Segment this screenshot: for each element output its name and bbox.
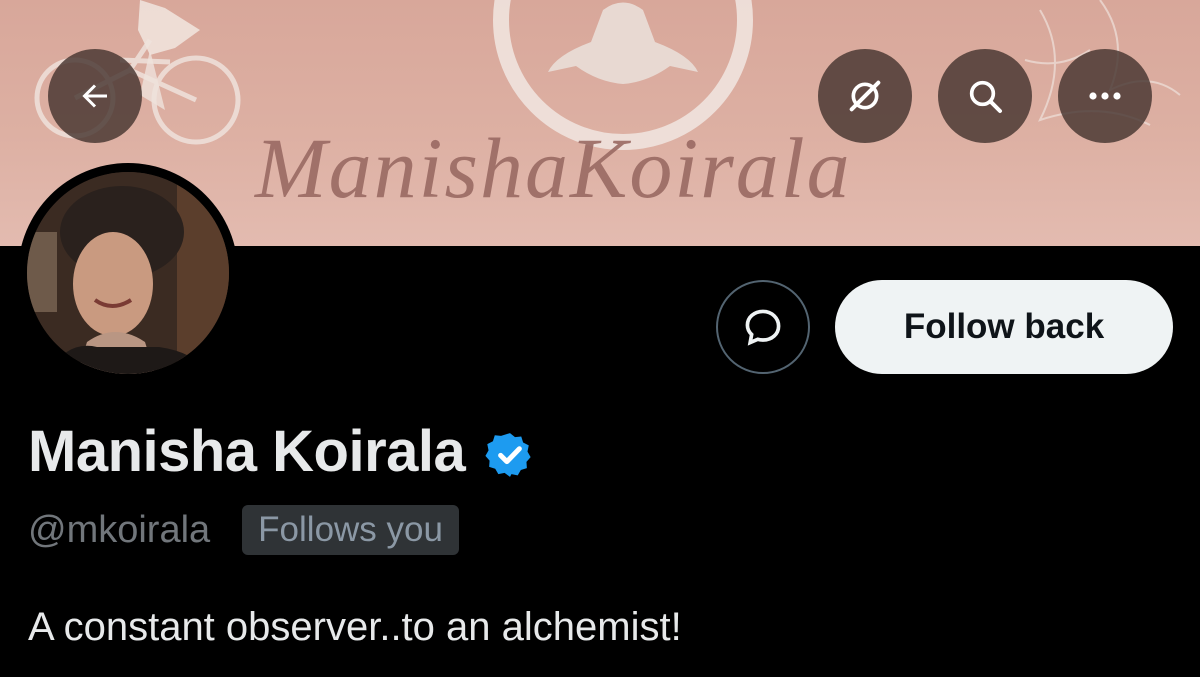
message-button[interactable] <box>716 280 810 374</box>
more-icon <box>1089 92 1121 100</box>
search-icon <box>969 80 1002 113</box>
banner-title: ManishaKoirala <box>255 120 852 216</box>
profile-name-row: Manisha Koirala <box>28 418 535 485</box>
grok-icon <box>849 80 881 112</box>
handle-row: @mkoirala Follows you <box>28 505 459 555</box>
verified-badge-icon[interactable] <box>485 430 535 480</box>
user-handle: @mkoirala <box>28 508 211 551</box>
avatar <box>27 172 229 374</box>
profile-bio: A constant observer..to an alchemist! <box>28 605 682 649</box>
grok-button[interactable] <box>818 49 912 143</box>
follow-back-button[interactable]: Follow back <box>835 280 1173 374</box>
more-options-button[interactable] <box>1058 49 1152 143</box>
message-icon <box>745 309 781 346</box>
follows-you-badge: Follows you <box>242 505 459 555</box>
display-name: Manisha Koirala <box>28 419 466 484</box>
arrow-left-icon <box>82 84 107 108</box>
avatar-portrait <box>27 172 229 374</box>
back-button[interactable] <box>48 49 142 143</box>
avatar-frame[interactable] <box>18 163 238 383</box>
search-button[interactable] <box>938 49 1032 143</box>
